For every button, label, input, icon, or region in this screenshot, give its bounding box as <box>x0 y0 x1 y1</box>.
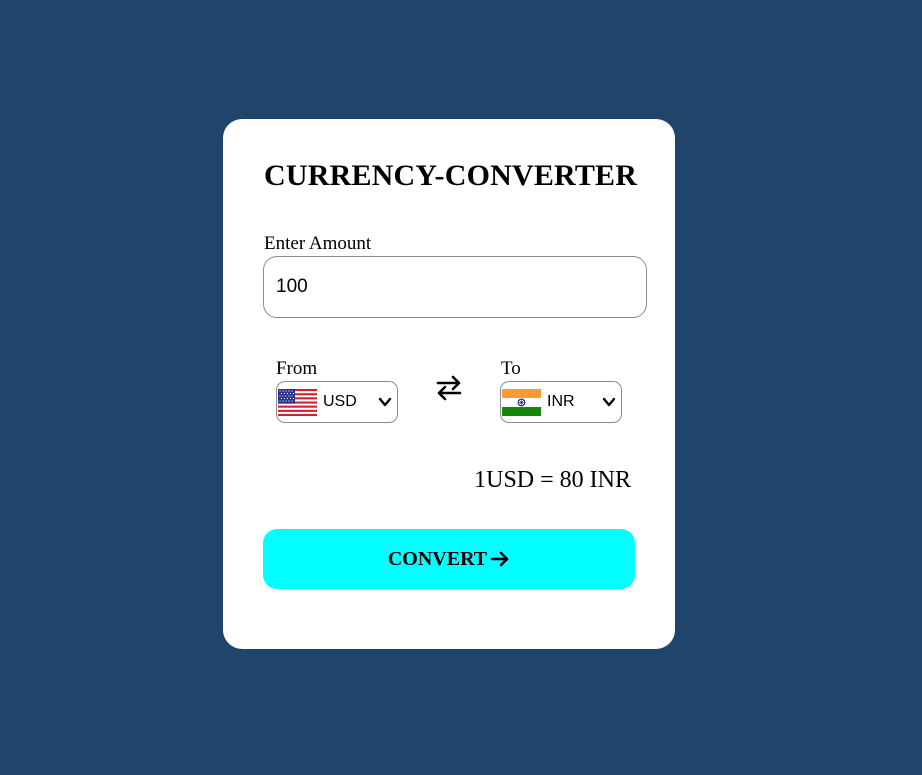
from-label: From <box>276 358 318 379</box>
from-currency-select[interactable]: USD <box>276 381 398 423</box>
amount-input[interactable] <box>263 256 647 318</box>
arrow-right-icon <box>490 551 509 567</box>
india-flag-icon <box>502 388 541 416</box>
from-currency-code: USD <box>323 393 357 410</box>
convert-button[interactable]: CONVERT <box>263 529 635 589</box>
amount-label: Enter Amount <box>264 233 372 254</box>
to-label: To <box>501 358 521 379</box>
swap-arrows-icon[interactable] <box>435 374 463 402</box>
us-flag-icon <box>278 388 317 416</box>
convert-button-label: CONVERT <box>387 547 488 570</box>
to-currency-code: INR <box>547 393 575 410</box>
chevron-down-icon <box>602 397 616 407</box>
exchange-rate-text: 1USD = 80 INR <box>474 467 631 493</box>
converter-card: CURRENCY-CONVERTER Enter Amount From USD <box>223 119 675 649</box>
to-currency-select[interactable]: INR <box>500 381 622 423</box>
chevron-down-icon <box>378 397 392 407</box>
page-title: CURRENCY-CONVERTER <box>264 159 638 192</box>
